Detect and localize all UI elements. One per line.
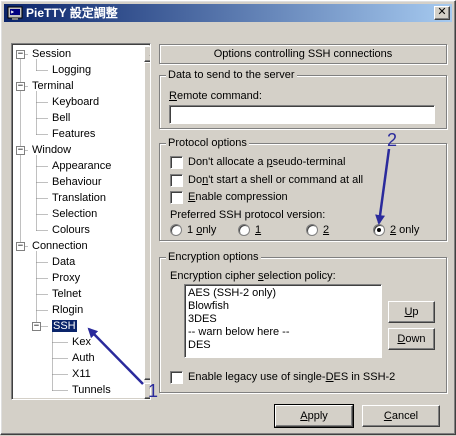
- tree-item-label: Connection: [32, 240, 88, 252]
- tree-item-label: Telnet: [52, 288, 82, 300]
- compression-label: Enable compression: [188, 191, 288, 203]
- tree-item-features[interactable]: Features: [52, 127, 95, 141]
- apply-button[interactable]: Apply: [274, 404, 354, 428]
- encryption-group-title: Encryption options: [166, 251, 261, 263]
- tree-scrollbar[interactable]: ▲ ▼: [144, 46, 150, 399]
- tree-collapse-icon[interactable]: −: [16, 82, 25, 91]
- tree-item-label: Rlogin: [52, 304, 84, 316]
- protocol-version-label: Preferred SSH protocol version:: [170, 209, 326, 221]
- tree-item-label: Kex: [72, 336, 91, 348]
- tree-collapse-icon[interactable]: −: [32, 322, 41, 331]
- tree-item-translation[interactable]: Translation: [52, 191, 106, 205]
- tree-item-selection[interactable]: Selection: [52, 207, 97, 221]
- category-tree[interactable]: − Session Logging − Terminal Keyboard Bell Feat…: [11, 43, 151, 400]
- tree-item-label: Selection: [52, 208, 98, 220]
- app-icon: [7, 6, 23, 20]
- tree-item-appearance[interactable]: Appearance: [52, 159, 111, 173]
- scroll-thumb[interactable]: [144, 62, 150, 380]
- compression-checkbox[interactable]: [170, 191, 183, 204]
- tree-item-ssh[interactable]: SSH: [51, 319, 78, 333]
- tree-item-label: Translation: [52, 192, 107, 204]
- tree-item-label: Logging: [52, 64, 92, 76]
- protocol-group-title: Protocol options: [166, 137, 249, 149]
- tree-item-connection[interactable]: Connection: [32, 239, 88, 253]
- tree-item-x11[interactable]: X11: [72, 367, 91, 381]
- cipher-item[interactable]: DES: [188, 339, 378, 352]
- version-2-only-label: 2 only: [390, 224, 420, 236]
- legacy-des-label: Enable legacy use of single-DES in SSH-2: [188, 371, 396, 383]
- cipher-item[interactable]: AES (SSH-2 only): [188, 287, 378, 300]
- no-pty-checkbox[interactable]: [170, 156, 183, 169]
- no-shell-label: Don't start a shell or command at all: [188, 174, 364, 186]
- tree-item-label: Data: [52, 256, 76, 268]
- version-1-only-label: 1 only: [187, 224, 217, 236]
- cancel-button[interactable]: Cancel: [362, 405, 440, 427]
- tree-item-rlogin[interactable]: Rlogin: [52, 303, 83, 317]
- tree-item-colours[interactable]: Colours: [52, 223, 90, 237]
- legacy-des-checkbox[interactable]: [170, 371, 183, 384]
- window-title: PieTTY 設定調整: [26, 6, 118, 20]
- protocol-group: Protocol options Don't allocate a pseudo…: [159, 137, 447, 241]
- tree-item-keyboard[interactable]: Keyboard: [52, 95, 99, 109]
- data-group-title: Data to send to the server: [166, 69, 297, 81]
- version-2-radio[interactable]: [306, 224, 318, 236]
- version-2-label: 2: [323, 224, 330, 236]
- scroll-up-button[interactable]: ▲: [144, 46, 150, 62]
- tree-item-label: Tunnels: [72, 384, 111, 396]
- cipher-item[interactable]: Blowfish: [188, 300, 378, 313]
- data-group: Data to send to the server Remote comman…: [159, 69, 447, 129]
- tree-item-telnet[interactable]: Telnet: [52, 287, 81, 301]
- tree-collapse-icon[interactable]: −: [16, 242, 25, 251]
- cipher-policy-label: Encryption cipher selection policy:: [170, 270, 336, 282]
- encryption-group: Encryption options Encryption cipher sel…: [159, 251, 447, 393]
- tree-item-terminal[interactable]: Terminal: [32, 79, 74, 93]
- tree-item-proxy[interactable]: Proxy: [52, 271, 80, 285]
- tree-item-label: Proxy: [52, 272, 81, 284]
- tree-item-session[interactable]: Session: [32, 47, 71, 61]
- panel-header: Options controlling SSH connections: [159, 44, 447, 64]
- tree-item-label: Window: [32, 144, 72, 156]
- no-pty-label: Don't allocate a pseudo-terminal: [188, 156, 346, 168]
- no-shell-checkbox[interactable]: [170, 174, 183, 187]
- tree-item-auth[interactable]: Auth: [72, 351, 95, 365]
- tree-item-label: Behaviour: [52, 176, 102, 188]
- tree-collapse-icon[interactable]: −: [16, 146, 25, 155]
- tree-item-bell[interactable]: Bell: [52, 111, 70, 125]
- remote-command-input[interactable]: [169, 105, 435, 124]
- tree-item-label: Auth: [72, 352, 95, 364]
- tree-item-label: SSH: [51, 319, 78, 333]
- cipher-list[interactable]: AES (SSH-2 only) Blowfish 3DES -- warn b…: [184, 284, 382, 358]
- scroll-down-button[interactable]: ▼: [144, 383, 150, 399]
- tree-item-label: Session: [32, 48, 72, 60]
- close-button[interactable]: ✕: [434, 6, 450, 20]
- version-1-label: 1: [255, 224, 262, 236]
- tree-item-kex[interactable]: Kex: [72, 335, 91, 349]
- move-up-button[interactable]: Up: [388, 301, 435, 323]
- tree-item-logging[interactable]: Logging: [52, 63, 91, 77]
- title-bar: PieTTY 設定調整 ✕: [4, 4, 452, 22]
- close-icon: ✕: [437, 6, 447, 18]
- tree-content: − Session Logging − Terminal Keyboard Bell Feat…: [12, 44, 134, 399]
- tree-collapse-icon[interactable]: −: [16, 50, 25, 59]
- tree-item-data[interactable]: Data: [52, 255, 75, 269]
- settings-dialog: PieTTY 設定調整 ✕ − Session Logging − Terminal Ke…: [0, 0, 456, 435]
- tree-item-label: Appearance: [52, 160, 112, 172]
- tree-item-label: X11: [72, 368, 91, 380]
- move-down-button[interactable]: Down: [388, 328, 435, 350]
- tree-item-label: Keyboard: [52, 96, 100, 108]
- tree-item-label: Terminal: [32, 80, 74, 92]
- version-2-only-radio[interactable]: [373, 224, 385, 236]
- remote-command-label: Remote command:: [169, 90, 262, 102]
- version-1-radio[interactable]: [238, 224, 250, 236]
- tree-item-label: Colours: [52, 224, 90, 236]
- tree-item-window[interactable]: Window: [32, 143, 71, 157]
- version-1-only-radio[interactable]: [170, 224, 182, 236]
- tree-item-behaviour[interactable]: Behaviour: [52, 175, 102, 189]
- tree-item-label: Bell: [52, 112, 71, 124]
- tree-item-tunnels[interactable]: Tunnels: [72, 383, 111, 397]
- cipher-item[interactable]: 3DES: [188, 313, 378, 326]
- cipher-item[interactable]: -- warn below here --: [188, 326, 378, 339]
- tree-item-label: Features: [52, 128, 96, 140]
